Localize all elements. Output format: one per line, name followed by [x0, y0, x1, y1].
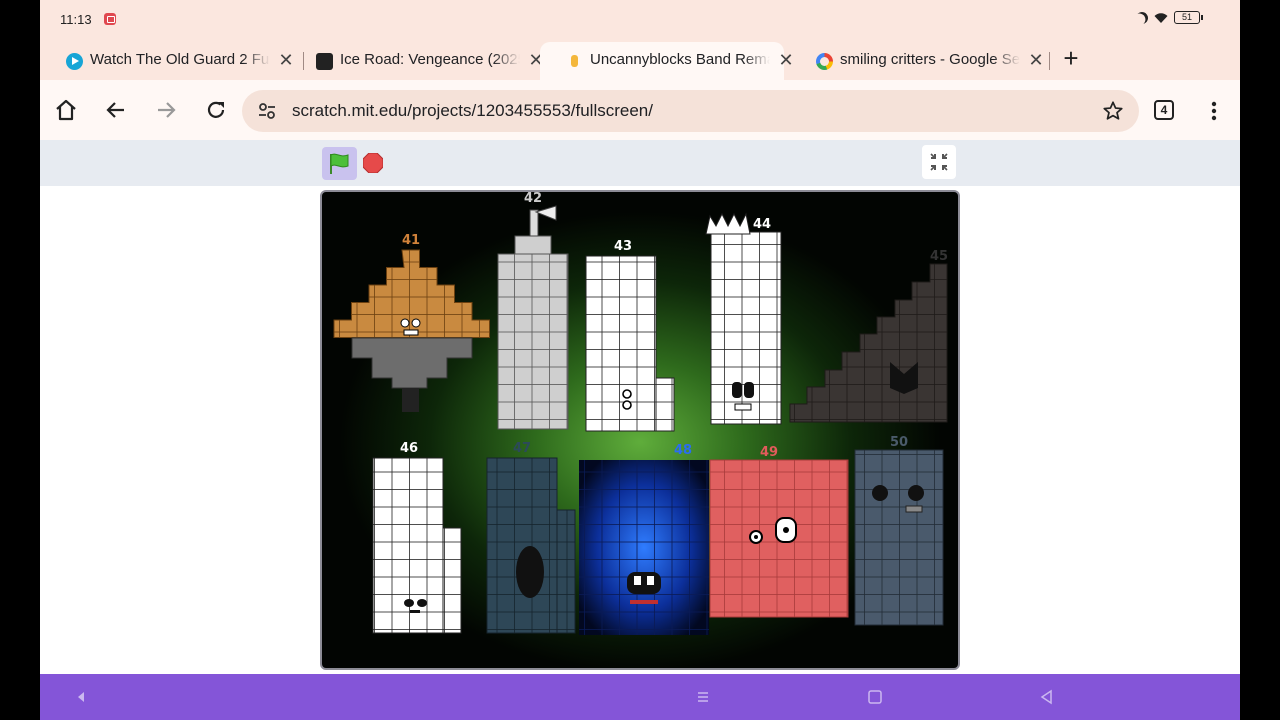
character-43 [585, 255, 675, 432]
home-nav-icon[interactable] [866, 688, 884, 706]
character-label: 42 [524, 192, 542, 206]
home-icon[interactable] [54, 98, 78, 122]
tab-ice-road[interactable]: Ice Road: Vengeance (2025) ✕ [290, 42, 544, 80]
exit-fullscreen-icon[interactable] [922, 145, 956, 179]
site-settings-icon[interactable] [258, 102, 276, 120]
browser-toolbar: scratch.mit.edu/projects/1203455553/full… [40, 80, 1240, 140]
reload-icon[interactable] [204, 98, 228, 122]
back-arrow-icon[interactable] [104, 98, 128, 122]
character-label: 50 [890, 435, 908, 450]
play-favicon-icon [66, 53, 83, 70]
system-nav-bar [40, 674, 1240, 720]
close-icon[interactable]: ✕ [1027, 51, 1045, 69]
stage-canvas: 41 42 43 44 45 46 47 48 49 50 [333, 192, 948, 635]
character-45 [789, 263, 948, 423]
green-flag-icon[interactable] [322, 147, 357, 180]
scratch-favicon-icon [566, 53, 583, 70]
scratch-player-header [40, 140, 1240, 186]
battery-icon: 51 [1174, 11, 1203, 24]
character-50 [854, 449, 944, 626]
back-nav-icon[interactable] [72, 688, 90, 706]
site-favicon-icon [316, 53, 333, 70]
character-label: 49 [760, 445, 778, 460]
wifi-icon [1154, 12, 1168, 23]
character-label: 45 [930, 249, 948, 264]
do-not-disturb-icon [1134, 9, 1150, 25]
tab-old-guard[interactable]: Watch The Old Guard 2 Full M ✕ [40, 42, 294, 80]
character-47 [486, 457, 576, 634]
google-favicon-icon [816, 53, 833, 70]
tab-switcher-button[interactable]: 4 [1154, 100, 1174, 120]
recent-apps-icon[interactable] [694, 688, 712, 706]
address-bar[interactable]: scratch.mit.edu/projects/1203455553/full… [242, 90, 1139, 132]
stop-icon[interactable] [363, 153, 383, 173]
character-44 [705, 212, 782, 425]
url-text[interactable]: scratch.mit.edu/projects/1203455553/full… [292, 101, 653, 121]
character-label: 46 [400, 441, 418, 456]
tab-title: Uncannyblocks Band Remas [590, 51, 770, 68]
character-label: 43 [614, 239, 632, 254]
character-label: 44 [753, 217, 771, 232]
new-tab-button[interactable]: + [1058, 45, 1084, 72]
character-label: 41 [402, 233, 420, 248]
tab-separator [1049, 52, 1050, 70]
bookmark-star-icon[interactable] [1102, 100, 1124, 122]
tab-title: smiling critters - Google Sear [840, 51, 1020, 68]
character-42 [497, 205, 569, 430]
tab-title: Ice Road: Vengeance (2025) [340, 51, 520, 68]
forward-arrow-icon[interactable] [154, 98, 178, 122]
character-49 [709, 459, 849, 618]
screen-recorder-icon [104, 13, 116, 25]
tab-google-search[interactable]: smiling critters - Google Sear ✕ [790, 42, 1044, 80]
status-time: 11:13 [60, 12, 92, 27]
scratch-stage[interactable]: 41 42 43 44 45 46 47 48 49 50 [320, 190, 960, 670]
device-screen: 11:13 51 Watch The Old Guard 2 Full M ✕ … [40, 0, 1240, 720]
more-menu-icon[interactable] [1206, 100, 1222, 122]
status-bar: 11:13 51 [40, 0, 1240, 40]
status-icons: 51 [1134, 9, 1203, 25]
tab-title: Watch The Old Guard 2 Full M [90, 51, 270, 68]
character-41 [333, 249, 490, 412]
character-label: 47 [513, 441, 531, 456]
back-triangle-icon[interactable] [1038, 688, 1056, 706]
character-48 [579, 460, 709, 635]
character-46 [372, 457, 462, 634]
tab-uncannyblocks[interactable]: Uncannyblocks Band Remas ✕ [540, 42, 794, 80]
character-label: 48 [674, 443, 692, 458]
